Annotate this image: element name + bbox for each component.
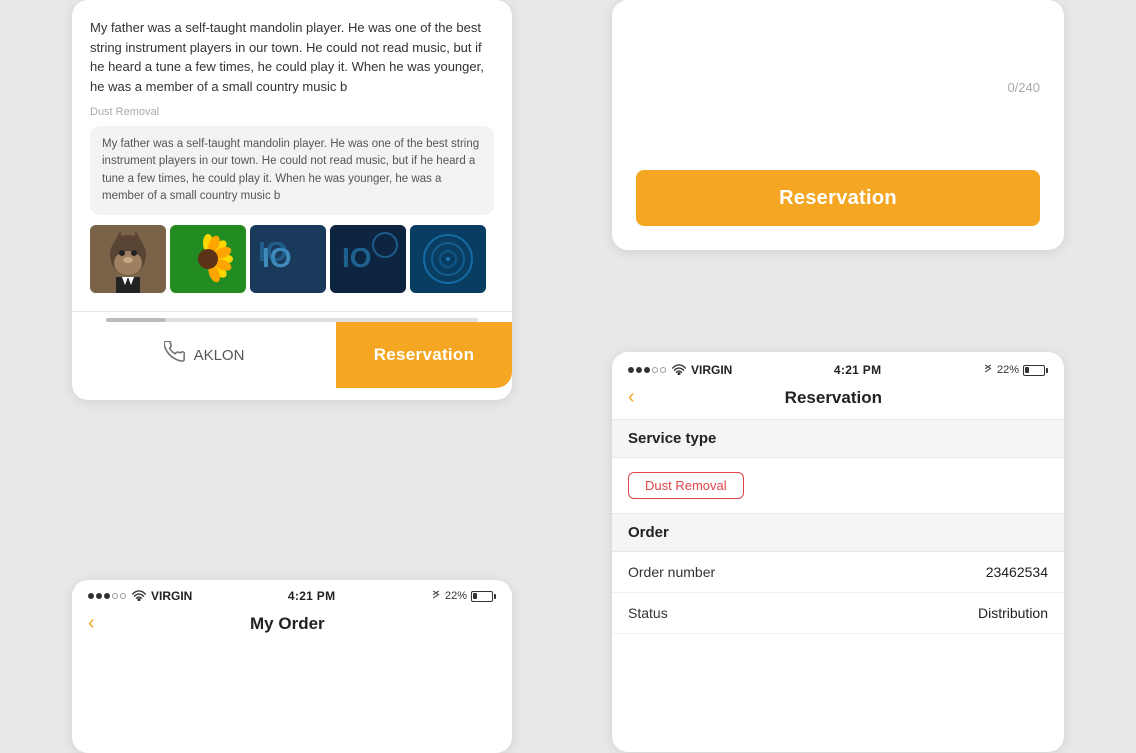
service-label: Dust Removal [90, 106, 494, 118]
scrollbar[interactable] [106, 318, 478, 322]
reservation-header: ‹ Reservation [612, 382, 1064, 419]
res-status-left: VIRGIN [628, 363, 732, 378]
image-blue3 [410, 225, 486, 293]
blue2-svg: IO [330, 225, 406, 293]
signal-dot-1 [88, 593, 94, 599]
order-row-1-label: Status [628, 605, 668, 621]
res-battery-fill [1025, 367, 1029, 373]
image-wolf [90, 225, 166, 293]
battery-tip [494, 594, 496, 599]
back-button[interactable]: ‹ [88, 612, 95, 635]
sunflower-svg [170, 225, 246, 293]
order-row-0-label: Order number [628, 564, 715, 580]
order-row-0-value: 23462534 [986, 564, 1048, 580]
res-signal-dot-1 [628, 367, 634, 373]
status-right: 22% [431, 588, 496, 604]
res-battery-icon [1023, 365, 1048, 376]
status-left: VIRGIN [88, 589, 192, 604]
call-section: AKLON [72, 322, 336, 388]
chat-main-text: My father was a self-taught mandolin pla… [90, 18, 494, 96]
res-signal-dot-2 [636, 367, 642, 373]
battery-fill [473, 593, 477, 599]
char-count: 0/240 [636, 20, 1040, 95]
wolf-svg [90, 225, 166, 293]
signal-dots [88, 593, 126, 599]
wifi-icon [132, 589, 146, 604]
res-signal-dots [628, 367, 666, 373]
reservation-top-card: 0/240 Reservation [612, 0, 1064, 250]
battery-body [471, 591, 493, 602]
my-order-card: VIRGIN 4:21 PM 22% ‹ My Order [72, 580, 512, 753]
status-bar: VIRGIN 4:21 PM 22% [72, 580, 512, 608]
res-signal-dot-3 [644, 367, 650, 373]
chat-service-card: My father was a self-taught mandolin pla… [72, 0, 512, 400]
res-battery-tip [1046, 368, 1048, 373]
svg-text:IO: IO [342, 242, 372, 273]
battery-icon [471, 591, 496, 602]
phone-icon [164, 341, 186, 369]
signal-dot-5 [120, 593, 126, 599]
blue3-svg [410, 225, 486, 293]
signal-dot-2 [96, 593, 102, 599]
signal-dot-4 [112, 593, 118, 599]
chat-image-row: IO IO IO [90, 225, 494, 293]
order-header: Order [612, 513, 1064, 552]
service-tag: Dust Removal [628, 472, 744, 499]
res-battery-body [1023, 365, 1045, 376]
image-blue2: IO [330, 225, 406, 293]
time-display: 4:21 PM [288, 589, 335, 603]
service-type-section: Dust Removal [612, 458, 1064, 513]
card-divider [72, 311, 512, 312]
signal-dot-3 [104, 593, 110, 599]
res-wifi-icon [672, 363, 686, 378]
reservation-title: Reservation [643, 388, 1024, 408]
chat-bubble: My father was a self-taught mandolin pla… [90, 126, 494, 215]
blue1-svg: IO IO [250, 225, 326, 293]
service-type-header: Service type [612, 419, 1064, 458]
image-blue1: IO IO [250, 225, 326, 293]
chat-reservation-button[interactable]: Reservation [336, 322, 512, 388]
image-sunflower [170, 225, 246, 293]
res-time-display: 4:21 PM [834, 363, 881, 377]
res-bluetooth-icon [983, 362, 993, 378]
res-status-right: 22% [983, 362, 1048, 378]
myorder-header: ‹ My Order [72, 608, 512, 645]
scrollbar-thumb [106, 318, 166, 322]
reservation-top-inner: 0/240 Reservation [612, 0, 1064, 250]
bubble-text: My father was a self-taught mandolin pla… [102, 138, 479, 202]
res-signal-dot-5 [660, 367, 666, 373]
res-battery-percentage: 22% [997, 364, 1019, 376]
reservation-detail-card: VIRGIN 4:21 PM 22% ‹ Reservation Service… [612, 352, 1064, 752]
reservation-button[interactable]: Reservation [636, 170, 1040, 226]
res-back-button[interactable]: ‹ [628, 386, 635, 409]
order-row-0: Order number 23462534 [612, 552, 1064, 593]
myorder-title: My Order [103, 614, 472, 634]
reservation-status-bar: VIRGIN 4:21 PM 22% [612, 352, 1064, 382]
order-row-1: Status Distribution [612, 593, 1064, 634]
svg-text:IO: IO [258, 236, 288, 267]
chat-footer: AKLON Reservation [72, 322, 512, 388]
res-carrier-name: VIRGIN [691, 363, 732, 377]
res-signal-dot-4 [652, 367, 658, 373]
order-row-1-value: Distribution [978, 605, 1048, 621]
bluetooth-icon [431, 588, 441, 604]
call-label: AKLON [194, 347, 245, 364]
chat-body: My father was a self-taught mandolin pla… [72, 0, 512, 311]
carrier-name: VIRGIN [151, 589, 192, 603]
battery-percentage: 22% [445, 590, 467, 602]
